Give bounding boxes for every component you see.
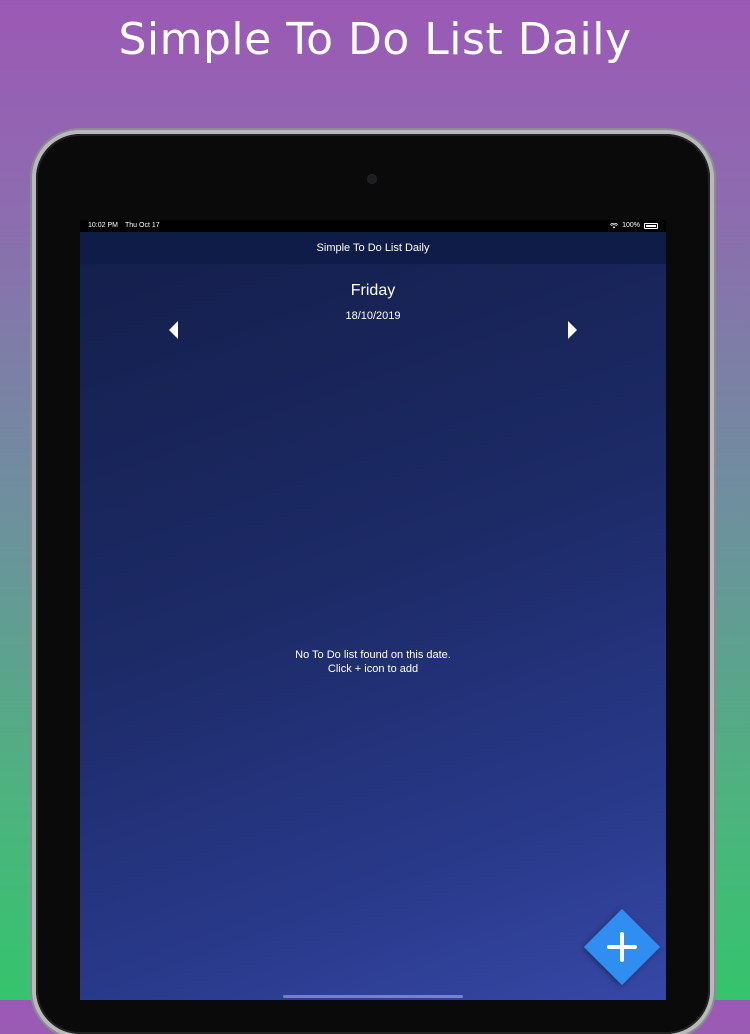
home-indicator: [283, 995, 463, 998]
app-screen: 10:02 PM Thu Oct 17 100% Simple To Do Li…: [80, 220, 666, 1000]
battery-percent: 100%: [622, 222, 640, 229]
battery-icon: [644, 223, 658, 229]
status-right: 100%: [610, 220, 658, 232]
day-name: Friday: [350, 282, 396, 299]
promo-title: Simple To Do List Daily: [118, 14, 632, 65]
wifi-icon: [610, 223, 619, 229]
status-time: 10:02 PM: [88, 222, 118, 229]
plus-icon: [595, 920, 649, 974]
previous-day-button[interactable]: [166, 320, 182, 340]
status-date: Thu Oct 17: [125, 222, 160, 229]
status-bar: 10:02 PM Thu Oct 17 100%: [80, 220, 666, 232]
empty-state-message: No To Do list found on this date. Click …: [80, 648, 666, 676]
add-todo-button[interactable]: [583, 908, 661, 986]
empty-state-line-2: Click + icon to add: [327, 663, 419, 675]
triangle-left-icon: [169, 321, 178, 339]
nav-title: Simple To Do List Daily: [316, 242, 430, 254]
empty-state-line-1: No To Do list found on this date.: [295, 649, 451, 661]
camera-icon: [367, 174, 377, 184]
nav-bar: Simple To Do List Daily: [80, 232, 666, 264]
tablet-frame: 10:02 PM Thu Oct 17 100% Simple To Do Li…: [36, 134, 710, 1034]
next-day-button[interactable]: [564, 320, 580, 340]
triangle-right-icon: [568, 321, 577, 339]
